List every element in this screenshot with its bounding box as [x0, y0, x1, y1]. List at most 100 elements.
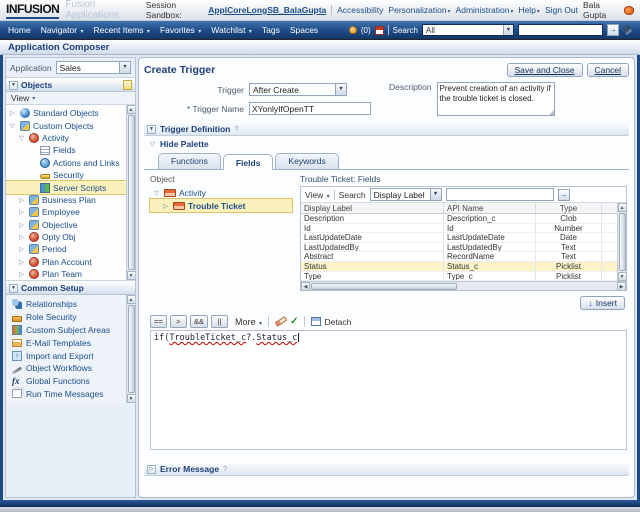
table-row[interactable]: Type Type_c Picklist	[301, 271, 617, 282]
description-textarea[interactable]: Prevent creation of an activity if the t…	[436, 82, 555, 116]
common-setup-scrollbar[interactable]: ▲ ▼	[126, 295, 135, 403]
tree-item-plan-account[interactable]: ▷ Plan Account	[6, 256, 126, 268]
view-menu[interactable]: View ▾	[305, 190, 330, 200]
common-setup-relationships[interactable]: Relationships	[6, 298, 126, 311]
operator-equals-button[interactable]: ==	[150, 315, 167, 329]
tree-collapsed-icon[interactable]: ▷	[19, 245, 26, 253]
tree-item-business-plan[interactable]: ▷ Business Plan	[6, 194, 126, 206]
table-vertical-scrollbar[interactable]: ▲ ▼	[617, 203, 627, 282]
accessibility-link[interactable]: Accessibility	[337, 5, 383, 15]
operator-or-button[interactable]: ||	[211, 315, 229, 329]
sign-out-link[interactable]: Sign Out	[545, 5, 578, 15]
scroll-down-icon[interactable]: ▼	[126, 271, 135, 280]
tree-collapsed-icon[interactable]: ▷	[19, 221, 26, 229]
nav-watchlist[interactable]: Watchlist ▾	[211, 25, 252, 35]
scrollbar-thumb[interactable]	[618, 213, 626, 272]
scroll-right-icon[interactable]: ▶	[617, 281, 626, 291]
nav-recent-items[interactable]: Recent Items ▾	[93, 25, 149, 35]
fields-search-input[interactable]	[445, 188, 554, 201]
tree-collapsed-icon[interactable]: ▷	[19, 233, 26, 241]
search-scope-select[interactable]: All ▼	[422, 24, 514, 36]
notifications-bell-icon[interactable]	[348, 26, 357, 34]
help-menu[interactable]: Help▾	[518, 5, 540, 15]
tree-collapsed-icon[interactable]: ▷	[19, 258, 26, 266]
detach-button[interactable]: Detach	[311, 317, 351, 327]
calendar-icon[interactable]	[374, 25, 384, 35]
nav-navigator[interactable]: Navigator ▾	[41, 25, 84, 35]
hide-palette-toggle[interactable]: ▽ Hide Palette	[144, 136, 629, 151]
scroll-up-icon[interactable]: ▲	[126, 105, 135, 114]
more-menu[interactable]: More ▾	[235, 317, 262, 327]
nav-favorites[interactable]: Favorites ▾	[160, 25, 201, 35]
notes-icon[interactable]	[123, 80, 132, 90]
personalization-menu[interactable]: Personalization▾	[388, 5, 450, 15]
tree-collapsed-icon[interactable]: ▷	[10, 109, 17, 117]
resize-grip-icon[interactable]	[548, 110, 554, 115]
erase-icon[interactable]	[274, 316, 288, 328]
session-sandbox-link[interactable]: ApplCoreLongSB_BalaGupta	[208, 5, 326, 15]
collapse-icon[interactable]: ▼	[147, 124, 156, 134]
tree-item-employee[interactable]: ▷ Employee	[6, 206, 126, 218]
scroll-up-icon[interactable]: ▲	[617, 203, 627, 212]
objects-tree-scrollbar[interactable]: ▲ ▼	[126, 105, 135, 280]
scroll-down-icon[interactable]: ▼	[617, 272, 627, 282]
tree-expanded-icon[interactable]: ▽	[19, 134, 26, 142]
trigger-definition-header[interactable]: ▼ Trigger Definition ?	[144, 122, 629, 136]
tree-item-custom-objects[interactable]: ▽ Custom Objects	[6, 119, 126, 131]
tree-expanded-icon[interactable]: ▽	[10, 122, 17, 130]
tree-item-fields[interactable]: Fields	[6, 144, 126, 156]
global-search-input[interactable]	[518, 24, 603, 36]
collapse-icon[interactable]: ▼	[9, 80, 18, 90]
table-row-selected[interactable]: Status Status_c Picklist	[301, 261, 617, 272]
scrollbar-thumb[interactable]	[311, 282, 458, 290]
tree-expanded-icon[interactable]: ▽	[154, 189, 161, 197]
insert-button[interactable]: ↓ Insert	[580, 296, 625, 311]
scroll-up-icon[interactable]: ▲	[126, 295, 135, 304]
tree-item-plan-team[interactable]: ▷ Plan Team	[6, 268, 126, 280]
tab-keywords[interactable]: Keywords	[275, 153, 339, 169]
cancel-button[interactable]: Cancel	[586, 63, 629, 77]
scroll-left-icon[interactable]: ◀	[301, 281, 310, 291]
common-setup-email-templates[interactable]: E-Mail Templates	[6, 336, 126, 349]
search-go-button[interactable]: →	[607, 24, 619, 36]
palette-tree-trouble-ticket[interactable]: ▷ Trouble Ticket	[149, 198, 293, 213]
error-message-header[interactable]: ▷ Error Message ?	[144, 462, 629, 477]
common-setup-import-export[interactable]: ↑ Import and Export	[6, 349, 126, 362]
column-type[interactable]: Type	[536, 203, 602, 213]
trigger-type-select[interactable]: After Create ▼	[249, 83, 347, 96]
common-setup-object-workflows[interactable]: Object Workflows	[6, 362, 126, 375]
common-setup-run-time-messages[interactable]: Run Time Messages	[6, 388, 126, 401]
nav-spaces[interactable]: Spaces	[290, 25, 318, 35]
tree-collapsed-icon[interactable]: ▷	[163, 202, 170, 210]
administration-menu[interactable]: Administration▾	[456, 5, 514, 15]
script-code-editor[interactable]: if(TroubleTicket_c?.Status_c	[150, 330, 627, 451]
collapse-icon[interactable]: ▼	[9, 283, 18, 293]
tree-item-security[interactable]: Security	[6, 169, 126, 181]
common-setup-custom-subject-areas[interactable]: Custom Subject Areas	[6, 324, 126, 337]
column-api-name[interactable]: API Name	[444, 203, 536, 213]
objects-panel-header[interactable]: ▼ Objects	[6, 78, 135, 92]
tree-item-activity[interactable]: ▽ Activity	[6, 132, 126, 144]
application-select[interactable]: Sales ▼	[55, 61, 131, 74]
tree-item-opty-obj[interactable]: ▷ Opty Obj	[6, 231, 126, 243]
tree-collapsed-icon[interactable]: ▷	[19, 208, 26, 216]
common-setup-role-security[interactable]: Role Security	[6, 311, 126, 324]
operator-and-button[interactable]: &&	[190, 315, 209, 329]
search-go-button[interactable]: →	[557, 188, 570, 201]
table-row[interactable]: Id Id Number	[301, 223, 617, 234]
operator-greater-button[interactable]: >	[170, 315, 187, 329]
nav-tags[interactable]: Tags	[262, 25, 280, 35]
view-menu[interactable]: View	[11, 93, 29, 103]
nav-home[interactable]: Home	[8, 25, 31, 35]
tree-collapsed-icon[interactable]: ▷	[19, 196, 26, 204]
scrollbar-thumb[interactable]	[127, 115, 135, 270]
scroll-down-icon[interactable]: ▼	[126, 394, 135, 403]
table-row[interactable]: LastUpdatedBy LastUpdatedBy Text	[301, 242, 617, 253]
tree-item-objective[interactable]: ▷ Objective	[6, 219, 126, 231]
expand-icon[interactable]: ▷	[147, 464, 156, 474]
tree-collapsed-icon[interactable]: ▷	[19, 270, 26, 278]
tree-item-standard-objects[interactable]: ▷ Standard Objects	[6, 107, 126, 119]
search-column-select[interactable]: Display Label ▼	[369, 188, 442, 201]
tree-item-actions-and-links[interactable]: Actions and Links	[6, 157, 126, 169]
tree-item-period[interactable]: ▷ Period	[6, 243, 126, 255]
